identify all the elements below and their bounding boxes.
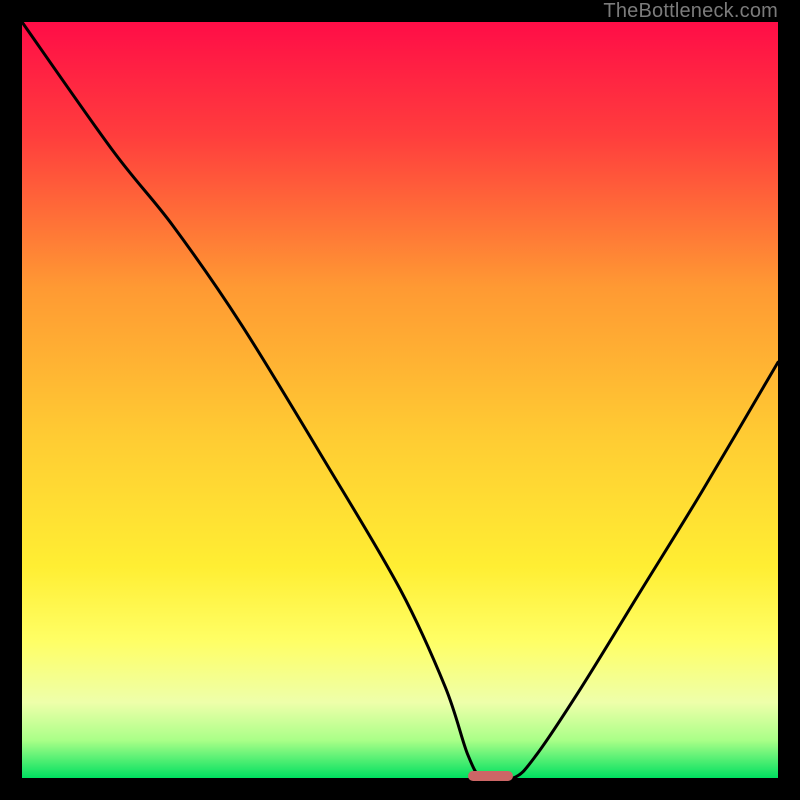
- watermark-label: TheBottleneck.com: [603, 0, 778, 23]
- chart-container: TheBottleneck.com: [0, 0, 800, 800]
- optimal-marker: [468, 771, 513, 781]
- plot-area: [22, 22, 778, 778]
- bottleneck-curve: [22, 22, 778, 778]
